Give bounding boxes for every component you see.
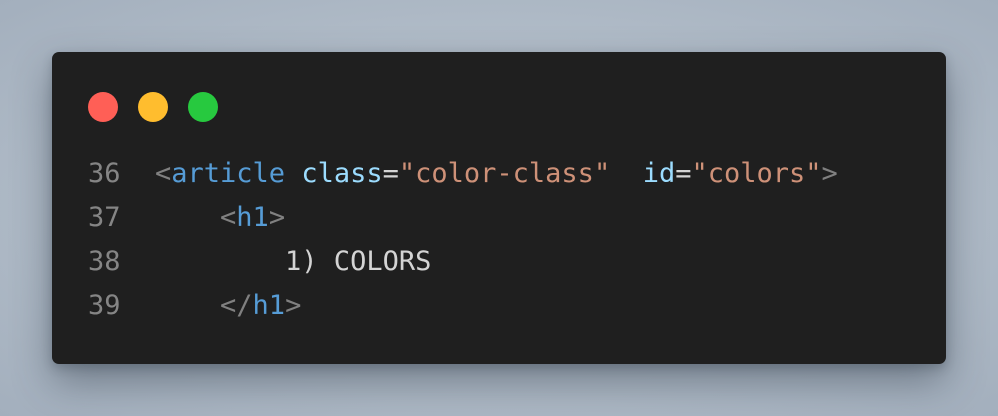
line-number: 38 (88, 246, 121, 277)
code-token-tag: article (171, 158, 286, 189)
code-line: 36 <article class="color-class" id="color… (88, 152, 838, 196)
code-block: 36 <article class="color-class" id="color… (88, 152, 838, 328)
code-line: 37 <h1> (88, 196, 838, 240)
code-token-str: "color-class" (398, 158, 611, 189)
code-token-attr: class (301, 158, 383, 189)
code-line: 39 </h1> (88, 284, 838, 328)
close-dot-icon[interactable] (88, 92, 118, 122)
line-number: 36 (88, 158, 121, 189)
code-token-tag: h1 (236, 202, 269, 233)
code-token-punct: > (821, 158, 838, 189)
code-token-tag: h1 (252, 290, 286, 321)
code-token-str: "colors" (691, 158, 822, 189)
line-number: 37 (88, 202, 121, 233)
window-controls (88, 92, 218, 122)
code-token-eq: = (382, 158, 399, 189)
code-token-punct: < (220, 202, 237, 233)
code-line: 38 1) COLORS (88, 240, 838, 284)
code-token-punct: < (155, 158, 172, 189)
code-token-attr: id (642, 158, 676, 189)
line-number: 39 (88, 290, 121, 321)
maximize-dot-icon[interactable] (188, 92, 218, 122)
code-token-punct: > (268, 202, 286, 233)
minimize-dot-icon[interactable] (138, 92, 168, 122)
code-token-punct: > (285, 290, 302, 321)
code-token-eq: = (675, 158, 692, 189)
code-token-txt: 1) COLORS (155, 246, 432, 277)
code-token-punct: </ (220, 290, 253, 321)
code-window: 36 <article class="color-class" id="color… (52, 52, 946, 364)
